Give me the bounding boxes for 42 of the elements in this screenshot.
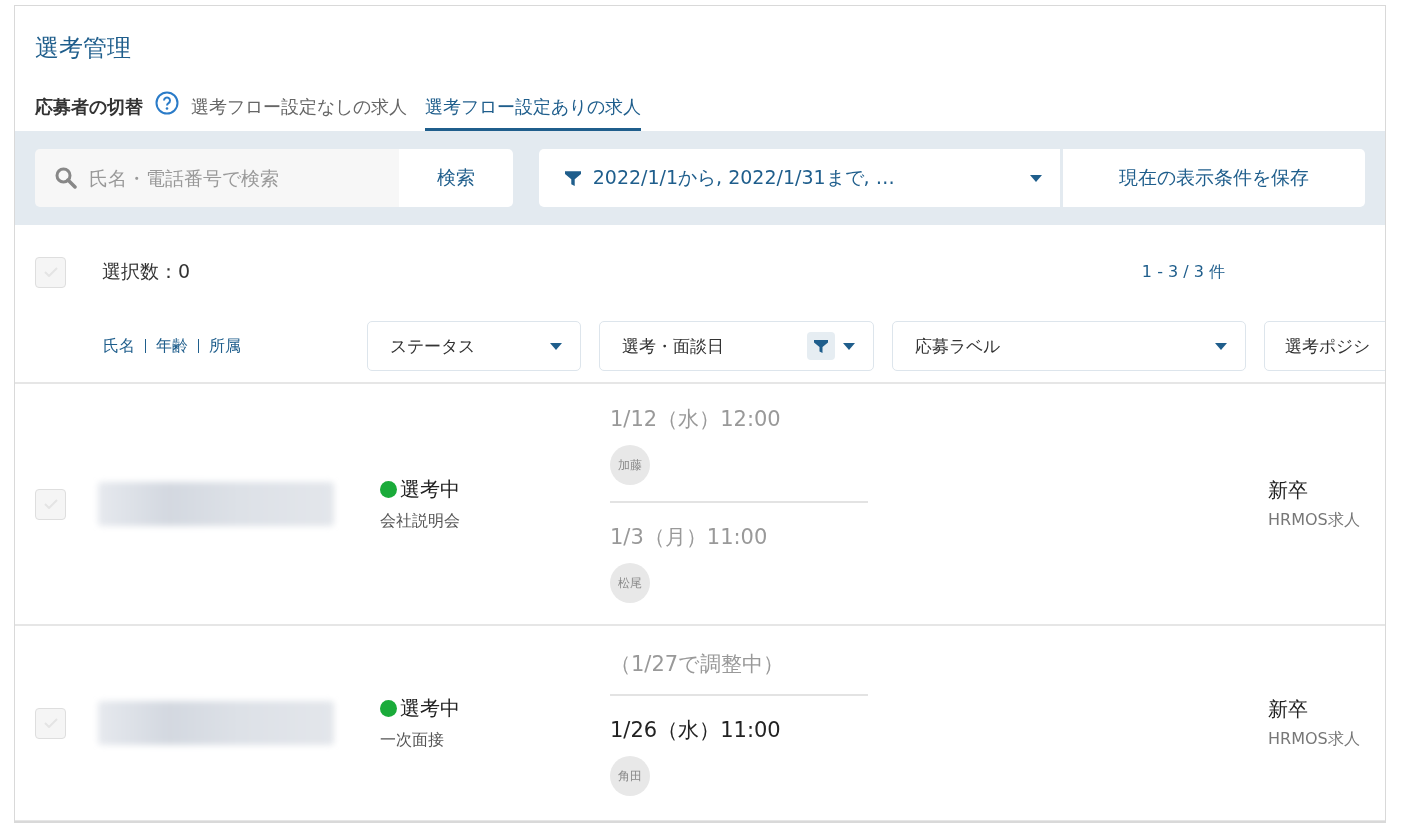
interviewer-avatar: 松尾 — [610, 563, 650, 603]
position-type: 新卒 — [1268, 696, 1309, 723]
status-label: 選考中 — [400, 695, 460, 722]
caret-icon — [550, 342, 562, 350]
selection-count: 選択数：0 — [102, 259, 191, 284]
sort-link[interactable]: 年齢 — [156, 335, 188, 357]
column-dropdown[interactable]: 選考・面談日 — [599, 321, 874, 371]
status-label: 選考中 — [400, 476, 460, 503]
caret-icon — [1029, 174, 1042, 182]
column-dropdown[interactable]: 応募ラベル — [892, 321, 1246, 371]
interviewer-avatar: 加藤 — [610, 445, 650, 485]
page-title: 選考管理 — [34, 33, 132, 64]
caret-icon — [1215, 342, 1227, 350]
job-source: HRMOS求人 — [1268, 510, 1361, 531]
interviewer-avatar: 角田 — [610, 756, 650, 796]
checkbox[interactable] — [35, 707, 66, 739]
filter-dropdown[interactable]: 2022/1/1から, 2022/1/31まで, … — [538, 149, 1060, 207]
sort-link[interactable]: 所属 — [209, 335, 241, 357]
filter-icon — [814, 339, 828, 353]
filter-icon — [564, 170, 581, 186]
stage-label: 一次面接 — [380, 730, 445, 751]
stage-label: 会社説明会 — [380, 511, 461, 532]
position-type: 新卒 — [1268, 477, 1309, 504]
search-field[interactable]: 氏名・電話番号で検索 — [35, 149, 399, 207]
sort-link[interactable]: 氏名 — [103, 335, 135, 357]
switcher-label: 応募者の切替 — [35, 95, 143, 119]
search-button[interactable]: 検索 — [399, 149, 513, 207]
checkbox[interactable] — [35, 488, 66, 520]
interview-date: 1/3（月）11:00 — [610, 524, 769, 551]
save-conditions-button[interactable]: 現在の表示条件を保存 — [1062, 149, 1365, 207]
interview-date: 1/26（水）11:00 — [610, 717, 782, 744]
interview-date: （1/27で調整中） — [610, 651, 786, 678]
column-dropdown[interactable]: ステータス — [367, 321, 581, 371]
result-range: 1 - 3 / 3 件 — [1141, 261, 1225, 283]
caret-icon — [843, 342, 855, 350]
search-icon — [55, 167, 77, 189]
tab[interactable]: 選考フロー設定なしの求人 — [191, 95, 407, 131]
column-dropdown[interactable]: 選考ポジシ — [1264, 321, 1385, 371]
help-icon[interactable] — [155, 91, 179, 115]
checkbox[interactable] — [35, 256, 66, 288]
job-source: HRMOS求人 — [1268, 729, 1361, 750]
interview-date: 1/12（水）12:00 — [610, 406, 782, 433]
